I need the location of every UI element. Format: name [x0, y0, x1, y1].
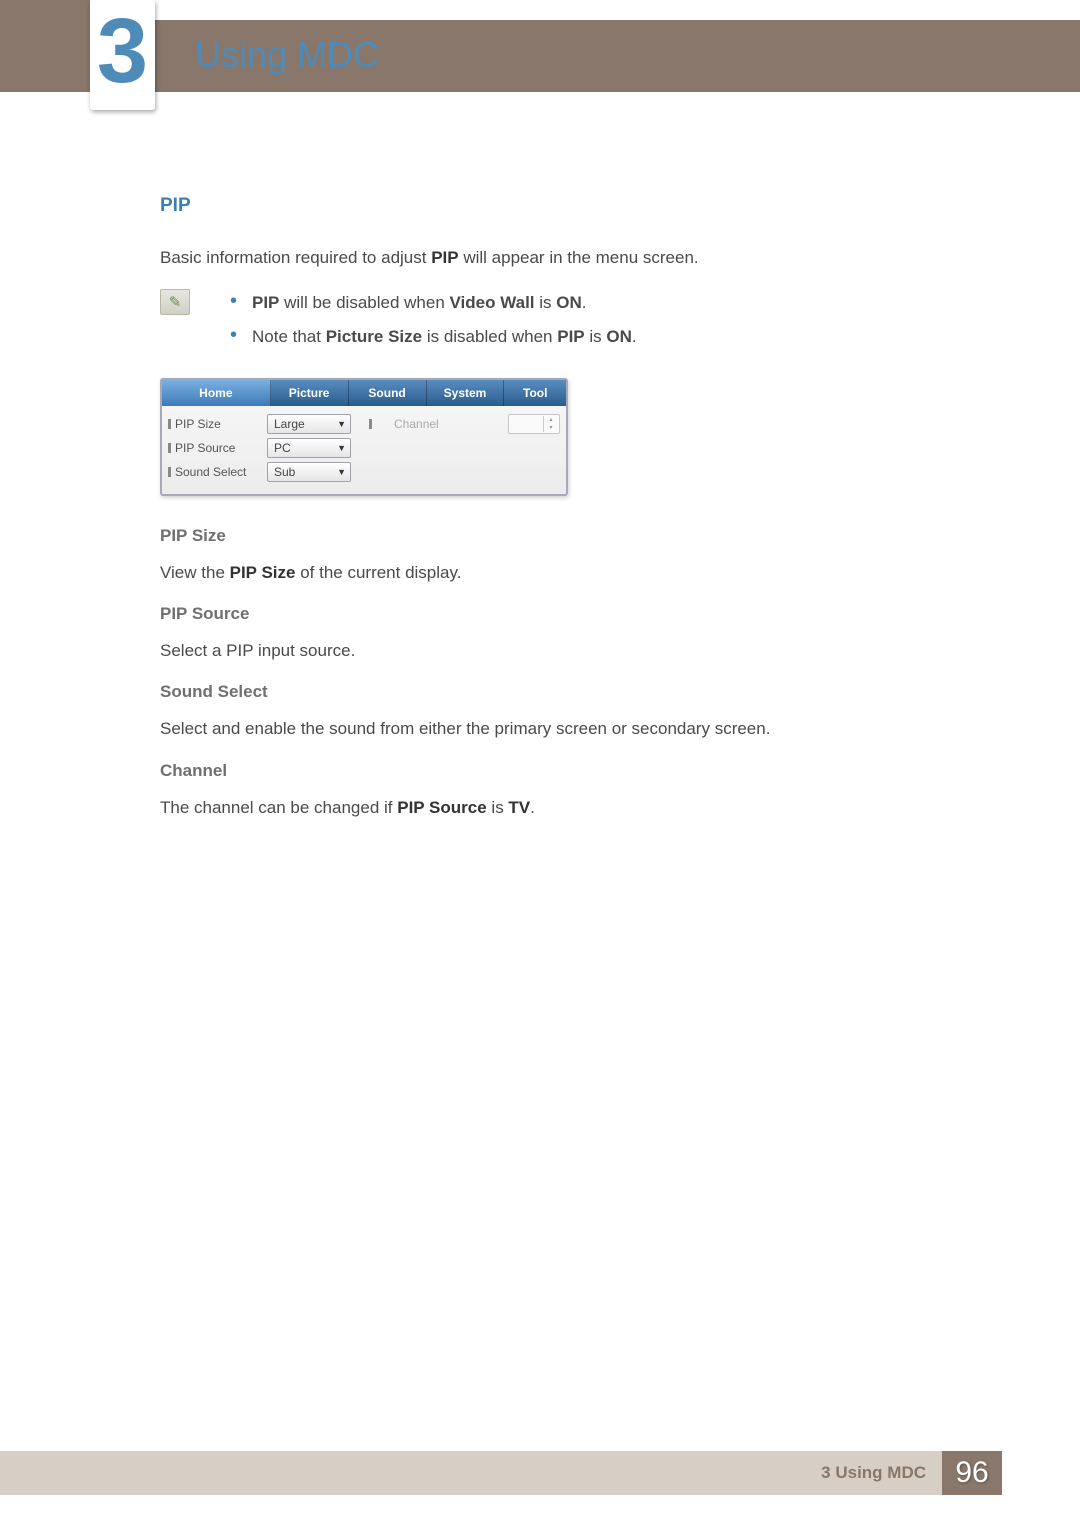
note-icon: ✎ [160, 289, 190, 315]
row-marker [168, 443, 171, 453]
label-pip-source: PIP Source [175, 441, 267, 455]
row-marker [168, 419, 171, 429]
chapter-badge: 3 [90, 0, 155, 110]
tab-system[interactable]: System [427, 380, 505, 406]
pip-settings-panel: Home Picture Sound System Tool PIP Size … [160, 378, 568, 496]
label-pip-size: PIP Size [175, 417, 267, 431]
tab-picture[interactable]: Picture [271, 380, 349, 406]
text-pip-source: Select a PIP input source. [160, 638, 980, 664]
select-pip-size[interactable]: Large ▼ [267, 414, 351, 434]
footer: 3 Using MDC 96 [0, 1451, 1080, 1495]
text-pip-size: View the PIP Size of the current display… [160, 560, 980, 586]
footer-stripe [0, 1451, 805, 1495]
text-channel: The channel can be changed if PIP Source… [160, 795, 980, 821]
note-list: PIP will be disabled when Video Wall is … [230, 289, 980, 355]
note-item-2: Note that Picture Size is disabled when … [230, 323, 980, 350]
tab-home[interactable]: Home [162, 380, 271, 406]
chapter-title: Using MDC [195, 34, 379, 76]
subheading-pip-source: PIP Source [160, 604, 980, 624]
text-sound-select: Select and enable the sound from either … [160, 716, 980, 742]
footer-label: 3 Using MDC [805, 1451, 942, 1495]
subheading-sound-select: Sound Select [160, 682, 980, 702]
channel-spinner[interactable] [508, 414, 560, 434]
chevron-down-icon: ▼ [337, 443, 346, 453]
page-number: 96 [942, 1451, 1002, 1495]
note-block: ✎ PIP will be disabled when Video Wall i… [160, 289, 980, 355]
chapter-number: 3 [97, 5, 148, 97]
tab-sound[interactable]: Sound [349, 380, 427, 406]
label-sound-select: Sound Select [175, 465, 267, 479]
subheading-pip-size: PIP Size [160, 526, 980, 546]
form-area: PIP Size Large ▼ Channel PIP Source PC ▼ [162, 406, 566, 494]
row-sound-select: Sound Select Sub ▼ [168, 462, 560, 482]
chevron-down-icon: ▼ [337, 419, 346, 429]
select-pip-source[interactable]: PC ▼ [267, 438, 351, 458]
intro-text: Basic information required to adjust PIP… [160, 245, 980, 271]
label-channel: Channel [394, 417, 508, 431]
tabs: Home Picture Sound System Tool [162, 380, 566, 406]
note-item-1: PIP will be disabled when Video Wall is … [230, 289, 980, 316]
row-marker [369, 419, 372, 429]
header-bar [0, 20, 1080, 92]
row-pip-size: PIP Size Large ▼ Channel [168, 414, 560, 434]
chevron-down-icon: ▼ [337, 467, 346, 477]
tab-tool[interactable]: Tool [504, 380, 566, 406]
row-marker [168, 467, 171, 477]
row-pip-source: PIP Source PC ▼ [168, 438, 560, 458]
select-sound-select[interactable]: Sub ▼ [267, 462, 351, 482]
subheading-channel: Channel [160, 761, 980, 781]
content-area: PIP Basic information required to adjust… [160, 185, 980, 837]
section-heading-pip: PIP [160, 195, 980, 217]
